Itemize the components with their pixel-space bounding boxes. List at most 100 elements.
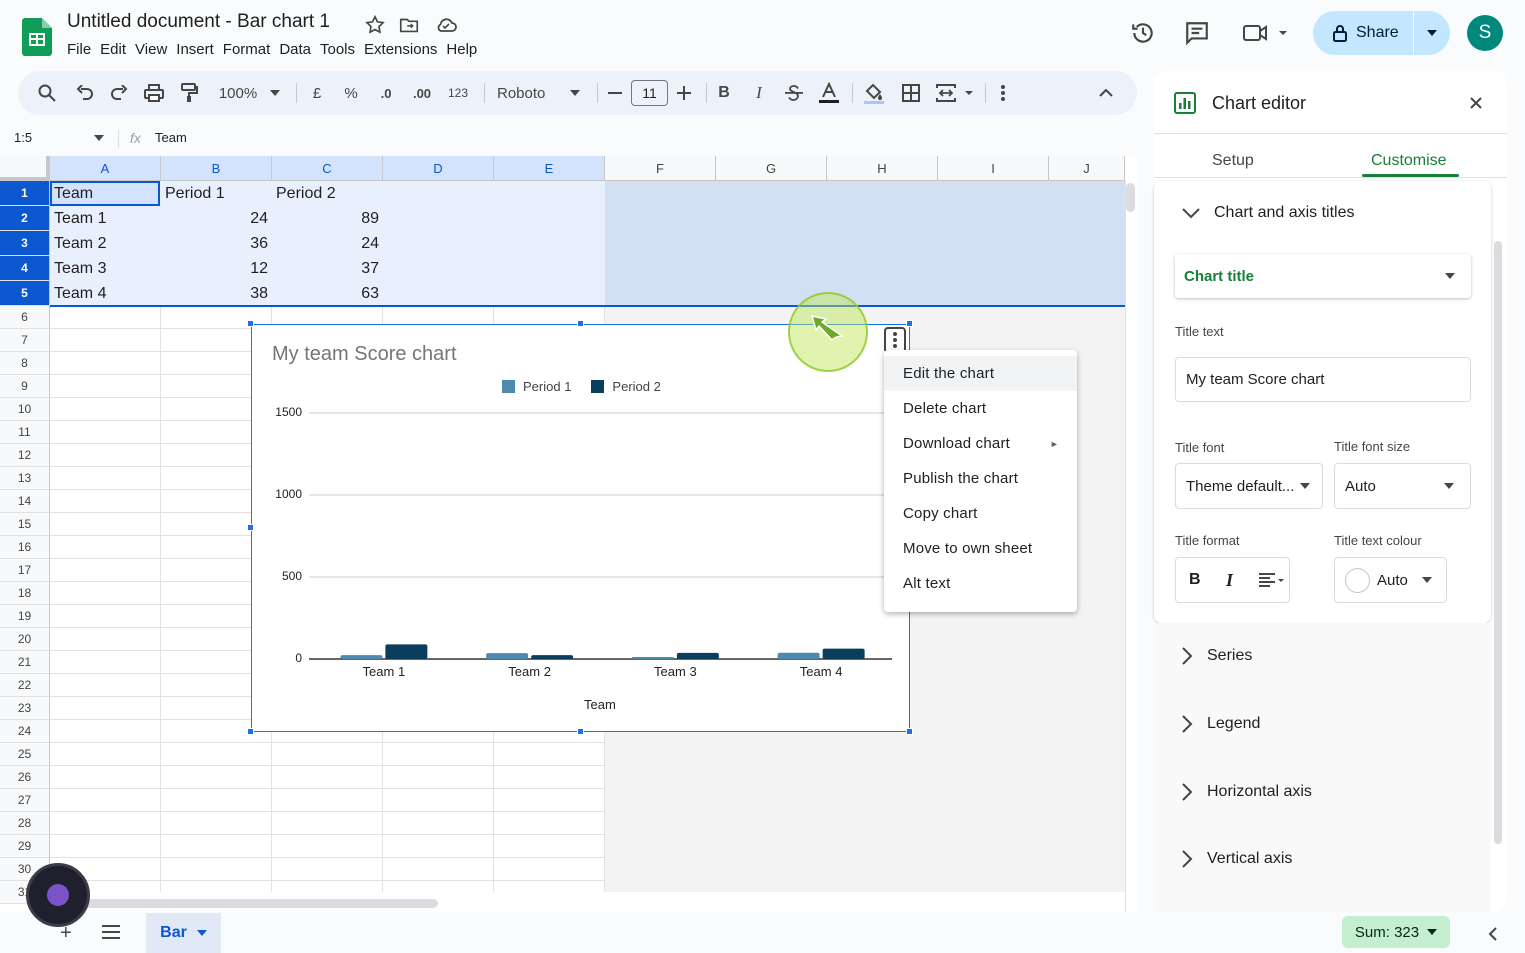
menu-extensions[interactable]: Extensions [364, 41, 446, 58]
row-header-6[interactable]: 6 [0, 306, 50, 329]
version-history-icon[interactable] [1128, 18, 1158, 48]
row-header-3[interactable]: 3 [0, 231, 50, 256]
name-box[interactable]: 1:5 [14, 130, 109, 148]
row-header-23[interactable]: 23 [0, 697, 50, 720]
section-vertical-axis[interactable]: Vertical axis [1182, 850, 1292, 868]
row-header-9[interactable]: 9 [0, 375, 50, 398]
italic-button[interactable]: I [748, 71, 770, 115]
account-avatar[interactable]: S [1467, 15, 1503, 51]
formula-input[interactable]: Team [155, 130, 187, 145]
menu-tools[interactable]: Tools [320, 41, 364, 58]
menu-item-delete-chart[interactable]: Delete chart [884, 391, 1077, 426]
horizontal-scrollbar-thumb[interactable] [60, 899, 438, 908]
title-font-size-select[interactable]: Auto [1334, 463, 1471, 509]
format-italic-button[interactable]: I [1226, 570, 1233, 591]
embedded-chart[interactable]: My team Score chart Period 1 Period 2 15… [251, 324, 910, 732]
print-icon[interactable] [141, 71, 167, 115]
align-left-icon[interactable] [1258, 572, 1286, 588]
increase-decimal-button[interactable]: .00 [408, 71, 436, 115]
column-header-f[interactable]: F [605, 156, 716, 181]
comments-icon[interactable] [1182, 18, 1212, 48]
column-header-e[interactable]: E [494, 156, 605, 181]
row-header-16[interactable]: 16 [0, 536, 50, 559]
font-caret-icon[interactable] [568, 71, 582, 115]
hide-menus-chevron-up-icon[interactable] [1094, 71, 1118, 115]
row-header-21[interactable]: 21 [0, 651, 50, 674]
meet-video-icon[interactable] [1240, 18, 1290, 48]
cell-b4[interactable]: 12 [161, 256, 272, 281]
format-bold-button[interactable]: B [1189, 571, 1201, 589]
format-percent-button[interactable]: % [340, 71, 362, 115]
row-header-18[interactable]: 18 [0, 582, 50, 605]
resize-handle[interactable] [577, 728, 584, 735]
font-family-select[interactable]: Roboto [494, 71, 554, 115]
menu-item-alt-text[interactable]: Alt text [884, 566, 1077, 601]
title-font-select[interactable]: Theme default... [1175, 463, 1323, 509]
row-header-8[interactable]: 8 [0, 352, 50, 375]
cell-a2[interactable]: Team 1 [50, 206, 161, 231]
row-header-22[interactable]: 22 [0, 674, 50, 697]
column-header-d[interactable]: D [383, 156, 494, 181]
row-header-17[interactable]: 17 [0, 559, 50, 582]
column-header-b[interactable]: B [161, 156, 272, 181]
paint-format-icon[interactable] [176, 71, 202, 115]
move-folder-icon[interactable] [398, 14, 420, 36]
resize-handle[interactable] [906, 728, 913, 735]
row-header-27[interactable]: 27 [0, 789, 50, 812]
column-header-a[interactable]: A [50, 156, 161, 181]
menu-item-download-chart[interactable]: Download chart ► [884, 426, 1077, 461]
menu-format[interactable]: Format [223, 41, 280, 58]
format-currency-button[interactable]: £ [306, 71, 328, 115]
menu-insert[interactable]: Insert [176, 41, 223, 58]
undo-icon[interactable] [72, 71, 98, 115]
menu-edit[interactable]: Edit [100, 41, 135, 58]
cell-b5[interactable]: 38 [161, 281, 272, 306]
tab-setup[interactable]: Setup [1212, 152, 1254, 170]
side-panel-toggle-icon[interactable] [1488, 927, 1497, 941]
menu-item-copy-chart[interactable]: Copy chart [884, 496, 1077, 531]
text-color-icon[interactable] [816, 71, 842, 115]
bar-period-1-team-1[interactable] [340, 655, 383, 659]
section-legend[interactable]: Legend [1182, 715, 1260, 733]
sum-indicator[interactable]: Sum: 323 [1342, 916, 1450, 948]
more-options-icon[interactable] [993, 71, 1013, 115]
bar-period-1-team-3[interactable] [631, 657, 674, 659]
sidebar-scrollbar[interactable] [1494, 241, 1502, 844]
title-text-input[interactable]: My team Score chart [1175, 357, 1471, 402]
resize-handle[interactable] [906, 320, 913, 327]
section-chart-and-axis-titles[interactable]: Chart and axis titles [1182, 204, 1355, 222]
increase-font-size-icon[interactable] [674, 71, 694, 115]
menu-help[interactable]: Help [446, 41, 486, 58]
resize-handle[interactable] [247, 728, 254, 735]
zoom-caret-icon[interactable] [268, 71, 282, 115]
zoom-select[interactable]: 100% [214, 71, 262, 115]
all-sheets-icon[interactable] [102, 925, 120, 939]
row-header-24[interactable]: 24 [0, 720, 50, 743]
tab-customise[interactable]: Customise [1371, 152, 1447, 170]
bar-period-1-team-4[interactable] [777, 652, 820, 659]
borders-icon[interactable] [898, 71, 924, 115]
row-header-14[interactable]: 14 [0, 490, 50, 513]
share-dropdown-button[interactable] [1414, 11, 1450, 55]
sheets-logo-icon[interactable] [22, 18, 52, 56]
row-header-10[interactable]: 10 [0, 398, 50, 421]
cell-a5[interactable]: Team 4 [50, 281, 161, 306]
star-icon[interactable] [364, 14, 386, 36]
cell-c2[interactable]: 89 [272, 206, 383, 231]
bar-period-2-team-4[interactable] [822, 648, 865, 659]
decrease-decimal-button[interactable]: .0 [373, 71, 399, 115]
row-header-2[interactable]: 2 [0, 206, 50, 231]
cell-b3[interactable]: 36 [161, 231, 272, 256]
menu-item-edit-chart[interactable]: Edit the chart [884, 356, 1077, 391]
font-size-input[interactable]: 11 [631, 80, 668, 106]
bar-period-2-team-2[interactable] [531, 655, 574, 659]
cell-b1[interactable]: Period 1 [161, 181, 272, 206]
cell-c3[interactable]: 24 [272, 231, 383, 256]
title-text-colour-select[interactable]: Auto [1334, 557, 1447, 603]
section-horizontal-axis[interactable]: Horizontal axis [1182, 783, 1312, 801]
resize-handle[interactable] [247, 524, 254, 531]
bold-button[interactable]: B [713, 71, 735, 115]
column-header-h[interactable]: H [827, 156, 938, 181]
cloud-saved-icon[interactable] [434, 14, 457, 36]
row-header-11[interactable]: 11 [0, 421, 50, 444]
